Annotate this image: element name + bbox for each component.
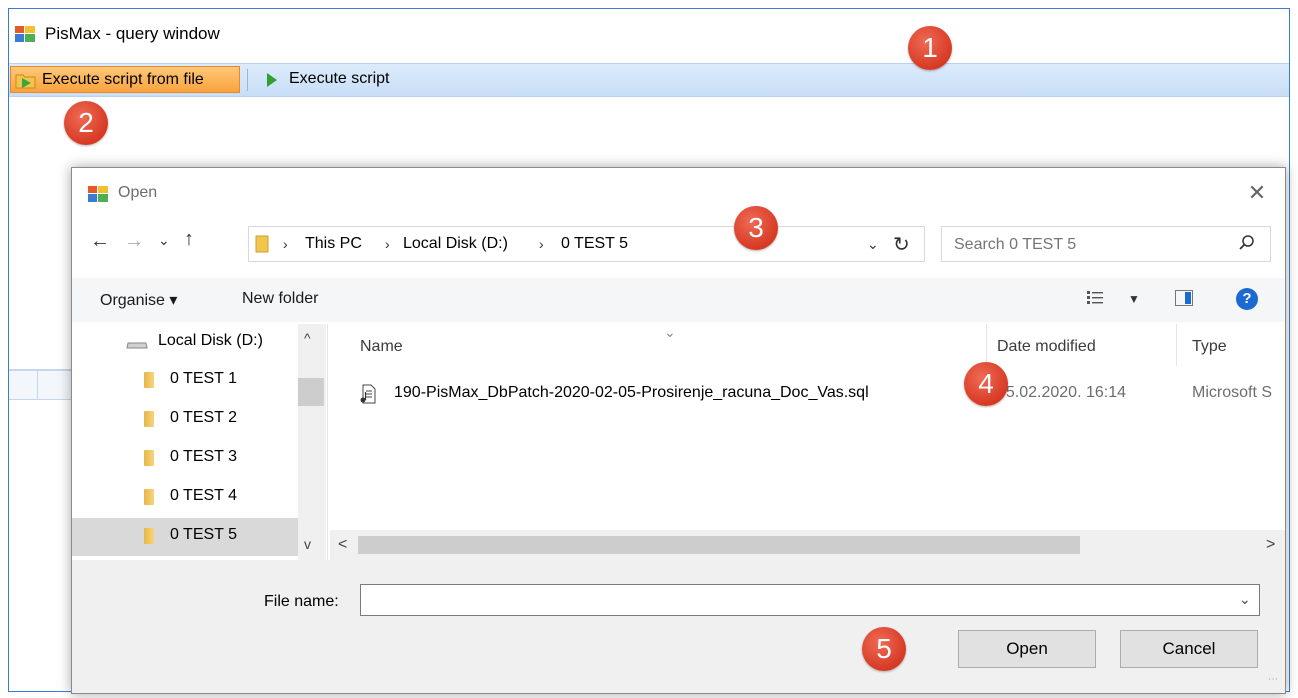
- file-row[interactable]: 190-PisMax_DbPatch-2020-02-05-Prosirenje…: [352, 376, 1282, 410]
- scrollbar-thumb[interactable]: [298, 378, 324, 406]
- folder-icon: [144, 450, 154, 466]
- cancel-button[interactable]: Cancel: [1120, 630, 1258, 668]
- command-bar: Organise ▾ New folder ▼ ?: [72, 278, 1285, 322]
- search-input[interactable]: [952, 233, 1226, 257]
- search-box[interactable]: [941, 226, 1271, 262]
- breadcrumb-local-disk[interactable]: Local Disk (D:): [403, 235, 508, 253]
- open-dialog: Open ✕ ← → ⌄ ↑ › This PC › Local Disk (D…: [71, 167, 1286, 694]
- back-arrow-icon[interactable]: ←: [90, 230, 110, 253]
- breadcrumb-this-pc[interactable]: This PC: [305, 235, 362, 253]
- window-title: PisMax - query window: [45, 24, 220, 43]
- bottom-panel: File name: ⌄ Open Cancel ⋯: [72, 560, 1285, 693]
- tree-item-label: 0 TEST 4: [170, 487, 237, 504]
- title-bar: PisMax - query window: [9, 9, 1289, 59]
- tree-item-label: 0 TEST 2: [170, 409, 237, 426]
- file-list: ⌄ Name Date modified Type 190-PisMax_DbP…: [330, 324, 1285, 560]
- new-folder-button[interactable]: New folder: [242, 290, 318, 308]
- address-dropdown-icon[interactable]: ⌄: [867, 236, 879, 253]
- tree-item-label: Local Disk (D:): [158, 332, 263, 349]
- file-name: 190-PisMax_DbPatch-2020-02-05-Prosirenje…: [394, 384, 869, 401]
- toolbar: Execute script from file Execute script: [9, 63, 1289, 97]
- marker-3: 3: [734, 206, 778, 250]
- tree-item-label: 0 TEST 5: [170, 526, 237, 543]
- breadcrumb-separator: ›: [385, 236, 390, 252]
- tree-item-local-disk[interactable]: Local Disk (D:): [72, 324, 298, 362]
- grid-column-divider: [37, 371, 38, 399]
- column-header-date-modified[interactable]: Date modified: [997, 338, 1096, 356]
- app-icon: [88, 186, 108, 202]
- file-name-label: File name:: [264, 593, 339, 610]
- open-button[interactable]: Open: [958, 630, 1096, 668]
- folder-icon: [144, 489, 154, 505]
- tree-item-label: 0 TEST 3: [170, 448, 237, 465]
- file-name-combobox[interactable]: ⌄: [360, 584, 1260, 616]
- open-folder-play-icon: [15, 74, 36, 89]
- search-icon: [1239, 235, 1254, 250]
- execute-script-label: Execute script: [289, 70, 390, 87]
- play-icon: [267, 73, 277, 87]
- sql-file-icon: [360, 384, 376, 404]
- chevron-down-icon[interactable]: ⌄: [1239, 591, 1251, 608]
- breadcrumb-separator: ›: [539, 236, 544, 252]
- recent-locations-chevron-icon[interactable]: ⌄: [158, 232, 170, 249]
- tree-item-0-test-1[interactable]: 0 TEST 1: [72, 362, 298, 400]
- tree-item-0-test-2[interactable]: 0 TEST 2: [72, 401, 298, 439]
- file-type: Microsoft S: [1192, 384, 1273, 401]
- navigation-scrollbar[interactable]: ^ v: [298, 324, 326, 560]
- file-date-modified: 05.02.2020. 16:14: [997, 384, 1127, 401]
- horizontal-scrollbar[interactable]: < >: [330, 530, 1285, 560]
- scroll-right-icon[interactable]: >: [1266, 536, 1275, 554]
- scroll-down-icon[interactable]: v: [304, 536, 311, 552]
- tree-item-0-test-4[interactable]: 0 TEST 4: [72, 479, 298, 517]
- marker-2: 2: [64, 101, 108, 145]
- organise-button[interactable]: Organise ▾: [100, 290, 177, 310]
- sort-arrow-icon: ⌄: [664, 324, 676, 340]
- folder-icon: [144, 411, 154, 427]
- marker-1: 1: [908, 26, 952, 70]
- execute-script-from-file-label: Execute script from file: [42, 71, 204, 88]
- address-bar[interactable]: › This PC › Local Disk (D:) › 0 TEST 5 ⌄…: [248, 226, 925, 262]
- column-divider[interactable]: [1176, 324, 1177, 366]
- column-header-type[interactable]: Type: [1192, 338, 1227, 356]
- tree-item-label: 0 TEST 1: [170, 370, 237, 387]
- dialog-title: Open: [118, 184, 158, 201]
- execute-script-from-file-button[interactable]: Execute script from file: [10, 66, 240, 93]
- column-divider[interactable]: [986, 324, 987, 366]
- execute-script-button[interactable]: Execute script: [259, 66, 419, 93]
- help-icon[interactable]: ?: [1236, 288, 1258, 310]
- folder-icon: [144, 528, 154, 544]
- folder-icon: [144, 372, 154, 388]
- breadcrumb-0-test-5[interactable]: 0 TEST 5: [561, 235, 628, 253]
- close-icon[interactable]: ✕: [1242, 178, 1272, 208]
- scroll-up-icon[interactable]: ^: [304, 330, 311, 346]
- marker-4: 4: [964, 362, 1008, 406]
- tree-item-0-test-3[interactable]: 0 TEST 3: [72, 440, 298, 478]
- drive-icon: [126, 342, 148, 349]
- refresh-icon[interactable]: ↻: [893, 232, 910, 257]
- column-header-name[interactable]: Name: [360, 338, 403, 356]
- resize-grip-icon[interactable]: ⋯: [1268, 674, 1278, 685]
- file-name-input[interactable]: [365, 589, 1229, 613]
- toolbar-separator: [247, 69, 248, 91]
- forward-arrow-icon[interactable]: →: [124, 230, 144, 253]
- folder-icon: [255, 235, 269, 253]
- preview-pane-icon[interactable]: [1175, 290, 1193, 306]
- view-details-icon[interactable]: [1086, 290, 1104, 306]
- scroll-left-icon[interactable]: <: [338, 536, 347, 554]
- breadcrumb-separator: ›: [283, 236, 288, 252]
- view-dropdown-icon[interactable]: ▼: [1128, 292, 1140, 306]
- navigation-pane: Local Disk (D:) 0 TEST 1 0 TEST 2 0 TEST…: [72, 324, 328, 560]
- scrollbar-thumb[interactable]: [358, 536, 1080, 554]
- up-arrow-icon[interactable]: ↑: [184, 228, 194, 251]
- app-icon: [15, 26, 35, 42]
- results-grid-header: [9, 369, 79, 400]
- marker-5: 5: [862, 627, 906, 671]
- tree-item-0-test-5[interactable]: 0 TEST 5: [72, 518, 298, 556]
